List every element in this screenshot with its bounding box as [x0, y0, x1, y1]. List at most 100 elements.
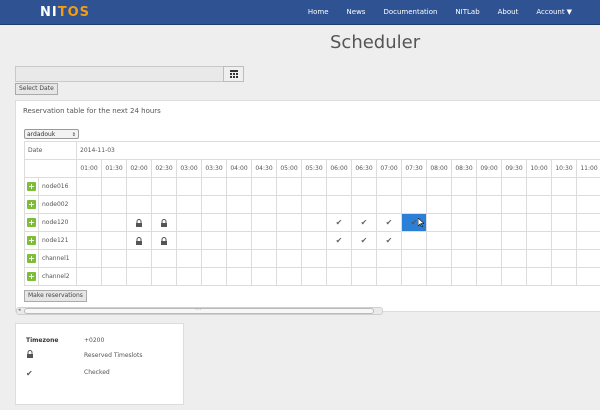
timeslot-cell[interactable] — [101, 249, 127, 268]
timeslot-cell[interactable] — [226, 249, 252, 268]
timeslot-cell[interactable] — [176, 249, 202, 268]
timeslot-cell[interactable] — [151, 231, 177, 250]
timeslot-cell[interactable] — [151, 177, 177, 196]
timeslot-cell[interactable] — [501, 195, 527, 214]
timeslot-cell[interactable] — [376, 195, 402, 214]
timeslot-cell[interactable] — [251, 177, 277, 196]
timeslot-cell[interactable] — [476, 195, 502, 214]
timeslot-cell[interactable] — [301, 213, 327, 232]
timeslot-cell[interactable] — [576, 195, 600, 214]
timeslot-cell[interactable] — [251, 195, 277, 214]
timeslot-cell[interactable] — [151, 249, 177, 268]
timeslot-cell[interactable] — [426, 267, 452, 286]
timeslot-cell[interactable] — [276, 231, 302, 250]
timeslot-cell[interactable] — [176, 195, 202, 214]
timeslot-cell[interactable] — [526, 195, 552, 214]
timeslot-cell[interactable] — [201, 195, 227, 214]
timeslot-cell[interactable] — [301, 249, 327, 268]
timeslot-cell[interactable] — [76, 177, 102, 196]
nav-documentation[interactable]: Documentation — [383, 8, 437, 16]
timeslot-cell[interactable] — [401, 231, 427, 250]
timeslot-cell[interactable] — [226, 213, 252, 232]
nav-news[interactable]: News — [347, 8, 366, 16]
timeslot-cell[interactable] — [101, 195, 127, 214]
timeslot-cell[interactable] — [76, 195, 102, 214]
nav-account[interactable]: Account ▼ — [536, 8, 572, 16]
timeslot-cell[interactable] — [326, 195, 352, 214]
horizontal-scrollbar[interactable]: ◂ ⋯ — [16, 306, 383, 315]
timeslot-cell[interactable] — [451, 195, 477, 214]
timeslot-cell[interactable] — [126, 267, 152, 286]
timeslot-cell[interactable] — [126, 249, 152, 268]
timeslot-cell[interactable] — [176, 177, 202, 196]
add-resource-icon[interactable]: + — [27, 218, 36, 227]
timeslot-cell[interactable] — [101, 213, 127, 232]
add-resource-icon[interactable]: + — [27, 182, 36, 191]
timeslot-cell[interactable] — [426, 195, 452, 214]
timeslot-cell[interactable] — [476, 231, 502, 250]
timeslot-cell[interactable] — [401, 267, 427, 286]
timeslot-cell[interactable] — [351, 177, 377, 196]
timeslot-cell[interactable] — [251, 231, 277, 250]
timeslot-cell[interactable] — [401, 177, 427, 196]
timeslot-cell[interactable] — [201, 267, 227, 286]
nitos-logo[interactable]: NITOS — [40, 5, 90, 20]
timeslot-cell[interactable] — [276, 213, 302, 232]
timeslot-cell[interactable] — [276, 177, 302, 196]
calendar-button[interactable] — [223, 66, 244, 82]
add-resource-icon[interactable]: + — [27, 254, 36, 263]
timeslot-cell[interactable] — [426, 231, 452, 250]
timeslot-cell[interactable] — [226, 177, 252, 196]
make-reservations-button[interactable]: Make reservations — [24, 290, 87, 302]
timeslot-cell[interactable] — [501, 177, 527, 196]
timeslot-cell[interactable] — [551, 177, 577, 196]
timeslot-cell[interactable] — [151, 195, 177, 214]
timeslot-cell[interactable] — [526, 267, 552, 286]
timeslot-cell[interactable] — [276, 267, 302, 286]
timeslot-cell[interactable] — [551, 231, 577, 250]
timeslot-cell[interactable] — [551, 249, 577, 268]
timeslot-cell[interactable] — [276, 249, 302, 268]
timeslot-cell[interactable] — [326, 249, 352, 268]
add-resource-icon[interactable]: + — [27, 200, 36, 209]
timeslot-cell[interactable] — [526, 249, 552, 268]
timeslot-cell[interactable]: ✔ — [351, 213, 377, 232]
timeslot-cell[interactable] — [576, 267, 600, 286]
timeslot-cell[interactable] — [251, 213, 277, 232]
nav-about[interactable]: About — [498, 8, 519, 16]
timeslot-cell[interactable] — [551, 195, 577, 214]
timeslot-cell[interactable] — [276, 195, 302, 214]
timeslot-cell[interactable] — [501, 249, 527, 268]
timeslot-cell[interactable] — [126, 213, 152, 232]
timeslot-cell[interactable] — [226, 195, 252, 214]
timeslot-cell[interactable] — [201, 213, 227, 232]
timeslot-cell[interactable] — [501, 231, 527, 250]
timeslot-cell[interactable] — [451, 249, 477, 268]
timeslot-cell[interactable] — [326, 267, 352, 286]
user-select[interactable]: ardadouk ⇕ — [24, 129, 79, 139]
timeslot-cell[interactable] — [401, 249, 427, 268]
timeslot-cell[interactable] — [476, 213, 502, 232]
timeslot-cell[interactable] — [551, 267, 577, 286]
timeslot-cell[interactable] — [126, 177, 152, 196]
timeslot-cell[interactable] — [576, 231, 600, 250]
timeslot-cell[interactable] — [526, 177, 552, 196]
timeslot-cell[interactable] — [351, 267, 377, 286]
timeslot-cell[interactable] — [151, 213, 177, 232]
timeslot-cell[interactable] — [376, 267, 402, 286]
timeslot-cell[interactable] — [451, 177, 477, 196]
timeslot-cell[interactable]: ✔ — [376, 213, 402, 232]
timeslot-cell[interactable] — [476, 177, 502, 196]
timeslot-cell[interactable] — [301, 195, 327, 214]
add-resource-icon[interactable]: + — [27, 272, 36, 281]
timeslot-cell[interactable] — [326, 177, 352, 196]
add-resource-icon[interactable]: + — [27, 236, 36, 245]
timeslot-cell[interactable] — [251, 267, 277, 286]
timeslot-cell[interactable]: ✔ — [326, 213, 352, 232]
timeslot-cell[interactable] — [301, 177, 327, 196]
nav-home[interactable]: Home — [308, 8, 329, 16]
date-input[interactable] — [15, 66, 224, 82]
timeslot-cell[interactable] — [76, 267, 102, 286]
timeslot-cell[interactable] — [476, 267, 502, 286]
timeslot-cell[interactable] — [226, 267, 252, 286]
